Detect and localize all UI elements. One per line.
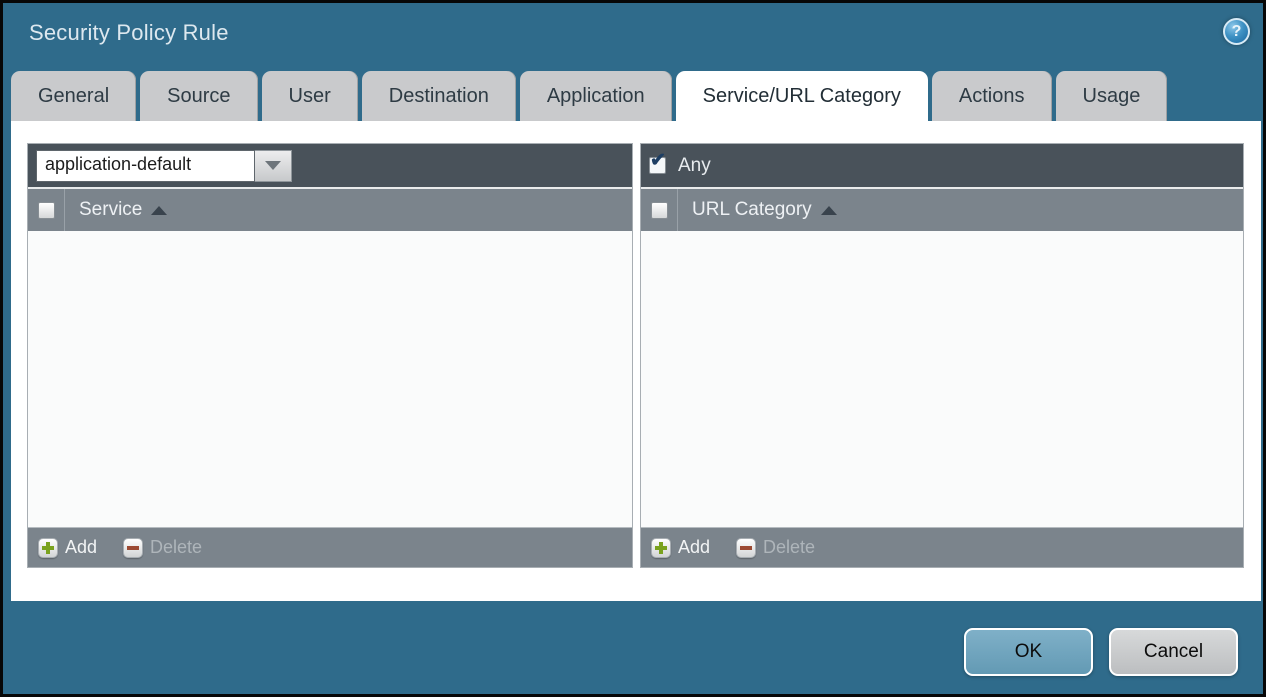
service-list[interactable]: [28, 231, 632, 527]
tab-source[interactable]: Source: [140, 71, 257, 121]
checkmark-icon: ✔: [650, 151, 666, 170]
security-policy-rule-dialog: Security Policy Rule ? General Source Us…: [0, 0, 1266, 697]
any-label: Any: [678, 155, 711, 177]
url-category-table-header: URL Category: [641, 187, 1243, 231]
delete-service-button[interactable]: Delete: [123, 537, 202, 558]
service-type-select: application-default: [36, 150, 292, 182]
service-type-select-arrow-button[interactable]: [255, 150, 292, 182]
delete-icon: [123, 538, 143, 558]
add-url-category-button[interactable]: Add: [651, 537, 710, 558]
add-service-label: Add: [65, 537, 97, 558]
tab-destination[interactable]: Destination: [362, 71, 516, 121]
tab-usage[interactable]: Usage: [1056, 71, 1168, 121]
url-category-column-header[interactable]: URL Category: [678, 189, 837, 231]
help-icon[interactable]: ?: [1223, 18, 1250, 45]
add-icon: [651, 538, 671, 558]
tab-bar: General Source User Destination Applicat…: [11, 71, 1167, 121]
url-category-select-all-checkbox[interactable]: [651, 202, 668, 219]
tab-service-url-category[interactable]: Service/URL Category: [676, 71, 928, 125]
delete-url-category-button[interactable]: Delete: [736, 537, 815, 558]
add-icon: [38, 538, 58, 558]
service-type-select-value[interactable]: application-default: [36, 150, 255, 182]
url-category-select-all-cell: [641, 189, 678, 231]
delete-url-category-label: Delete: [763, 537, 815, 558]
service-footer: Add Delete: [28, 527, 632, 567]
url-category-footer: Add Delete: [641, 527, 1243, 567]
service-table-header: Service: [28, 187, 632, 231]
sort-ascending-icon: [151, 206, 167, 215]
add-url-category-label: Add: [678, 537, 710, 558]
tab-application[interactable]: Application: [520, 71, 672, 121]
delete-icon: [736, 538, 756, 558]
service-select-all-checkbox[interactable]: [38, 202, 55, 219]
service-column-label: Service: [79, 199, 142, 221]
cancel-button[interactable]: Cancel: [1109, 628, 1238, 676]
dialog-title: Security Policy Rule: [29, 20, 229, 46]
delete-service-label: Delete: [150, 537, 202, 558]
url-category-toolbar: ✔ Any: [641, 144, 1243, 187]
service-panel: application-default Service: [27, 143, 633, 568]
service-toolbar: application-default: [28, 144, 632, 187]
sort-ascending-icon: [821, 206, 837, 215]
url-category-list[interactable]: [641, 231, 1243, 527]
tab-user[interactable]: User: [262, 71, 358, 121]
ok-button[interactable]: OK: [964, 628, 1093, 676]
tab-actions[interactable]: Actions: [932, 71, 1052, 121]
add-service-button[interactable]: Add: [38, 537, 97, 558]
any-checkbox[interactable]: ✔: [649, 157, 666, 174]
service-column-header[interactable]: Service: [65, 189, 167, 231]
url-category-column-label: URL Category: [692, 199, 812, 221]
service-select-all-cell: [28, 189, 65, 231]
tab-content-area: application-default Service: [11, 121, 1261, 601]
url-category-panel: ✔ Any URL Category Add: [640, 143, 1244, 568]
tab-general[interactable]: General: [11, 71, 136, 121]
chevron-down-icon: [265, 161, 281, 170]
